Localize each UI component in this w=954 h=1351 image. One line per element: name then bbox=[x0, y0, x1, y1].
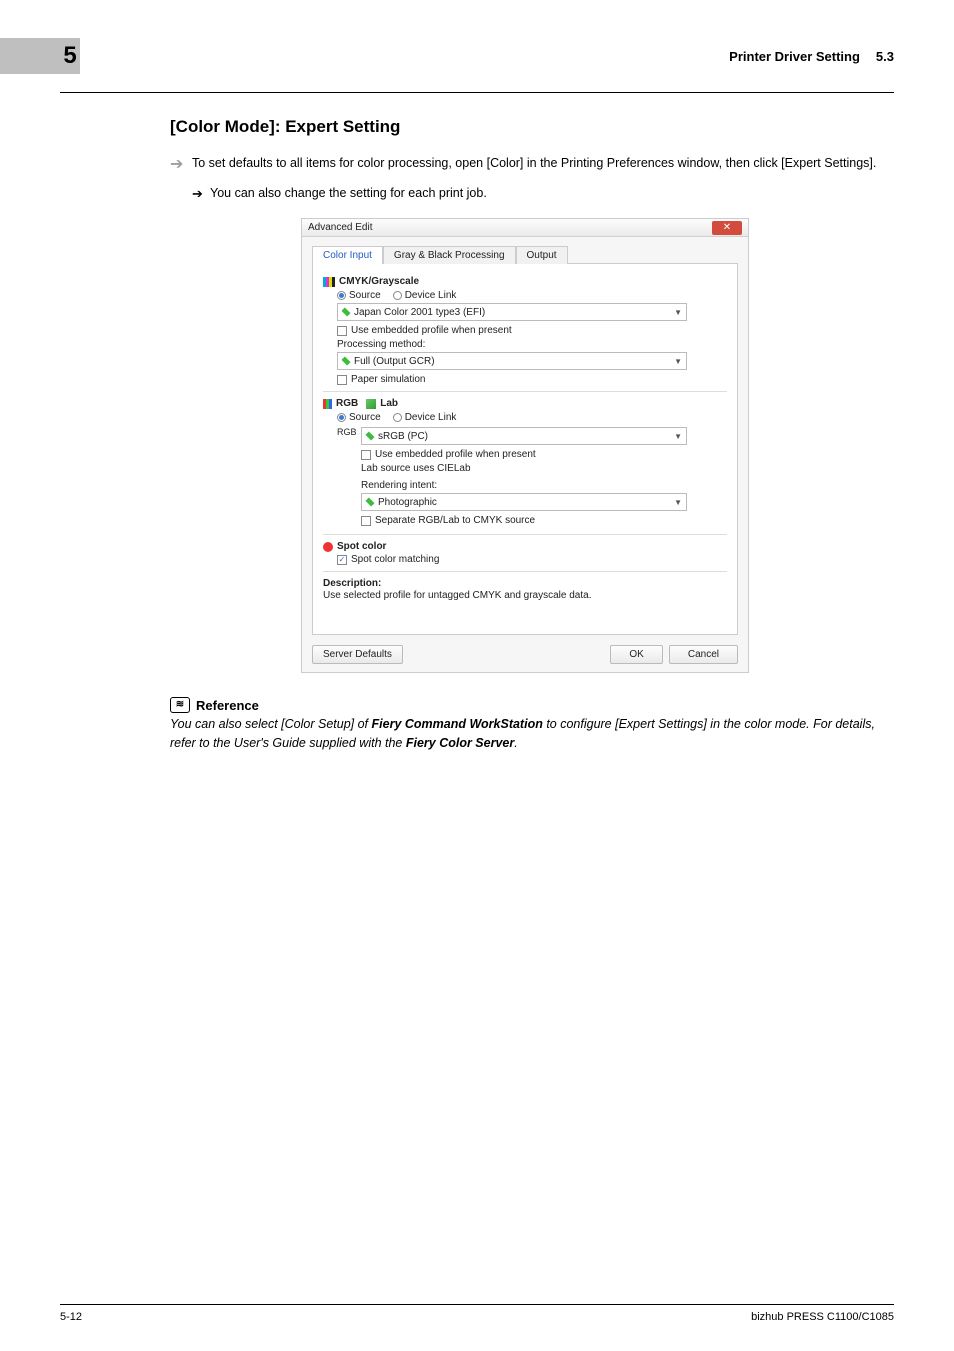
chapter-number: 5 bbox=[0, 38, 80, 74]
paper-sim-label: Paper simulation bbox=[351, 374, 425, 385]
profile-icon bbox=[365, 432, 374, 441]
separate-rgb-checkbox[interactable] bbox=[361, 516, 371, 526]
lab-swatch-icon bbox=[366, 399, 376, 409]
cmyk-profile-select[interactable]: Japan Color 2001 type3 (EFI) ▼ bbox=[337, 303, 687, 321]
rgb-radio-source[interactable]: Source bbox=[337, 412, 381, 423]
reference-body: You can also select [Color Setup] of Fie… bbox=[170, 715, 880, 751]
product-name: bizhub PRESS C1100/C1085 bbox=[751, 1311, 894, 1323]
tab-output[interactable]: Output bbox=[516, 246, 568, 264]
section-number: 5.3 bbox=[876, 49, 894, 64]
cmyk-embedded-checkbox[interactable] bbox=[337, 326, 347, 336]
rgb-header: RGB bbox=[336, 398, 358, 409]
cmyk-header: CMYK/Grayscale bbox=[339, 276, 419, 287]
main-arrow-icon: ➔ bbox=[170, 154, 192, 176]
page-number: 5-12 bbox=[60, 1311, 82, 1323]
rgb-profile-select[interactable]: sRGB (PC) ▼ bbox=[361, 427, 687, 445]
profile-icon bbox=[341, 357, 350, 366]
close-icon[interactable]: ✕ bbox=[712, 221, 742, 235]
sub-arrow-icon: ➔ bbox=[192, 186, 210, 202]
rgb-embedded-checkbox[interactable] bbox=[361, 450, 371, 460]
rendering-intent-select[interactable]: Photographic ▼ bbox=[361, 493, 687, 511]
cmyk-radio-devicelink[interactable]: Device Link bbox=[393, 290, 457, 301]
tab-gray-black[interactable]: Gray & Black Processing bbox=[383, 246, 516, 264]
cancel-button[interactable]: Cancel bbox=[669, 645, 738, 664]
chevron-down-icon: ▼ bbox=[674, 432, 682, 441]
spot-header: Spot color bbox=[337, 541, 386, 552]
rgb-embedded-label: Use embedded profile when present bbox=[375, 449, 536, 460]
cmyk-embedded-label: Use embedded profile when present bbox=[351, 325, 512, 336]
reference-heading: Reference bbox=[196, 698, 259, 713]
cmyk-swatch-icon bbox=[323, 277, 335, 287]
tab-color-input[interactable]: Color Input bbox=[312, 246, 383, 264]
cmyk-processing-label: Processing method: bbox=[337, 339, 727, 350]
cmyk-processing-select[interactable]: Full (Output GCR) ▼ bbox=[337, 352, 687, 370]
dialog-title: Advanced Edit bbox=[308, 222, 373, 233]
cmyk-radio-source[interactable]: Source bbox=[337, 290, 381, 301]
chevron-down-icon: ▼ bbox=[674, 308, 682, 317]
header-rule bbox=[60, 92, 894, 93]
paper-sim-checkbox[interactable] bbox=[337, 375, 347, 385]
profile-icon bbox=[365, 498, 374, 507]
rendering-intent-label: Rendering intent: bbox=[361, 480, 727, 491]
spot-matching-checkbox[interactable] bbox=[337, 555, 347, 565]
ok-button[interactable]: OK bbox=[610, 645, 662, 664]
lab-note: Lab source uses CIELab bbox=[361, 463, 727, 474]
divider bbox=[323, 534, 727, 535]
divider bbox=[323, 391, 727, 392]
profile-icon bbox=[341, 308, 350, 317]
divider bbox=[323, 571, 727, 572]
separate-rgb-label: Separate RGB/Lab to CMYK source bbox=[375, 515, 535, 526]
description-label: Description: bbox=[323, 578, 381, 589]
rgb-radio-devicelink[interactable]: Device Link bbox=[393, 412, 457, 423]
chevron-down-icon: ▼ bbox=[674, 357, 682, 366]
reference-icon: ≋ bbox=[170, 697, 190, 713]
rgb-side-label: RGB bbox=[337, 427, 361, 437]
advanced-edit-dialog: Advanced Edit ✕ Color Input Gray & Black… bbox=[301, 218, 749, 673]
section-heading: [Color Mode]: Expert Setting bbox=[170, 117, 880, 137]
spot-swatch-icon bbox=[323, 542, 333, 552]
description-text: Use selected profile for untagged CMYK a… bbox=[323, 590, 727, 624]
intro-text: To set defaults to all items for color p… bbox=[192, 155, 880, 173]
lab-header: Lab bbox=[380, 398, 398, 409]
header-title: Printer Driver Setting bbox=[729, 49, 860, 64]
spot-matching-label: Spot color matching bbox=[351, 554, 439, 565]
sub-text: You can also change the setting for each… bbox=[210, 186, 487, 200]
rgb-swatch-icon bbox=[323, 399, 332, 409]
server-defaults-button[interactable]: Server Defaults bbox=[312, 645, 403, 664]
chevron-down-icon: ▼ bbox=[674, 498, 682, 507]
